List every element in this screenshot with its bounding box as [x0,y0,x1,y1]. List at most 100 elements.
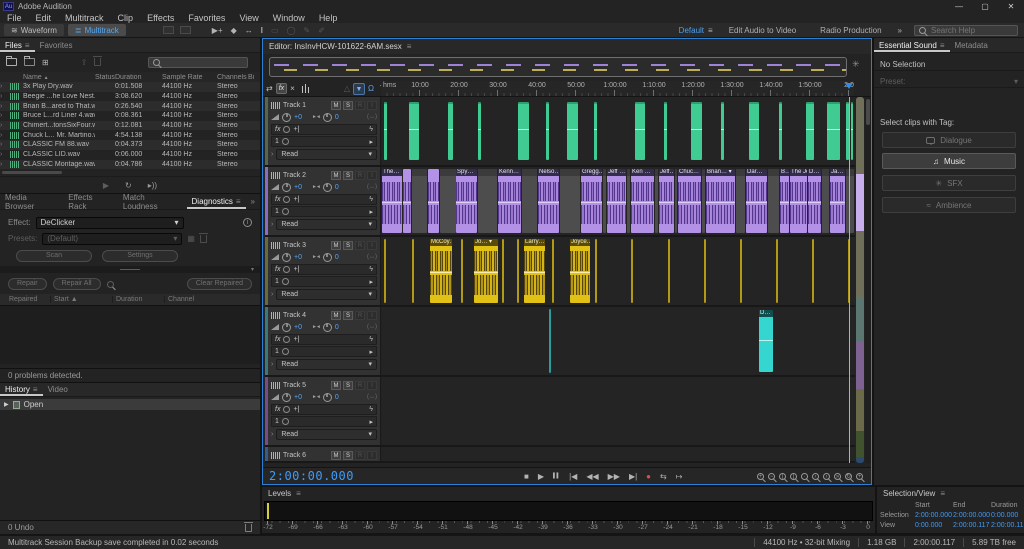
panel-menu-icon[interactable]: ≡ [407,42,412,51]
audio-clip[interactable] [412,169,427,233]
track-header[interactable]: Track 1 M S R I +0 ►◄ 0 (↔) fx [265,97,381,165]
arm-record-button[interactable]: R [355,311,365,320]
input-number[interactable]: 1 [275,278,279,285]
zoom-tool-icon[interactable]: › [823,473,830,480]
audio-clip[interactable] [461,239,463,303]
audio-clip[interactable] [691,102,702,160]
expand-chevron-icon[interactable]: › [0,141,10,148]
go-to-end-button[interactable]: ▶| [629,472,637,481]
solo-button[interactable]: S [343,171,353,180]
repair-all-button[interactable]: Repair All [53,278,101,290]
zoom-tool-icon[interactable]: + [856,473,863,480]
workspace-overflow-icon[interactable]: » [898,26,902,35]
selection-duration[interactable]: 0:00.000 [991,512,1024,519]
snapping-toggle-icon[interactable]: ▼ [353,83,365,95]
menu-item[interactable]: View [232,13,265,23]
pan-knob[interactable] [323,323,332,332]
panel-menu-icon[interactable]: ≡ [940,41,945,50]
audio-clip[interactable] [603,169,606,233]
mute-button[interactable]: M [331,171,341,180]
audio-clip[interactable] [428,169,439,233]
tag-music-button[interactable]: ♫ Music [882,153,1016,169]
audio-clip[interactable] [631,239,633,303]
input-number[interactable]: 1 [275,138,279,145]
zoom-tool-icon[interactable]: − [768,473,775,480]
track-name[interactable]: Track 6 [283,452,306,459]
dock-overflow-icon[interactable]: » [246,194,260,209]
panel-menu-icon[interactable]: ≡ [296,489,301,498]
workspace-default[interactable]: Default [679,26,704,35]
play-button[interactable]: ▶ [538,472,544,481]
audio-clip[interactable] [851,102,853,160]
menu-item[interactable]: Window [266,13,312,23]
slip-tool-icon[interactable]: ↔ [245,26,253,35]
automation-chevron-icon[interactable]: › [271,431,273,438]
audio-clip[interactable] [806,102,814,160]
zoom-tool-icon[interactable]: ↻ [845,473,852,480]
audio-clip[interactable] [668,239,670,303]
audio-clip[interactable]: Brian… ▾ [706,169,735,233]
column-duration[interactable]: Duration [115,74,162,81]
monitor-input-button[interactable]: I [367,241,377,250]
fx-icon[interactable]: fx [275,336,280,343]
tag-dialogue-button[interactable]: Dialogue [882,132,1016,148]
audio-clip[interactable] [594,102,597,160]
audio-clip[interactable]: B… [780,169,789,233]
magnet-icon[interactable]: Ω [368,84,374,93]
workspace-edit-audio-to-video[interactable]: Edit Audio to Video [729,26,796,35]
tab-favorites[interactable]: Favorites [35,38,78,52]
save-preset-icon[interactable]: ▦ [187,234,195,243]
input-power-icon[interactable] [282,418,289,425]
audio-clip[interactable] [403,169,411,233]
automation-mode-select[interactable]: Read ▾ [276,149,377,160]
tab-metadata[interactable]: Metadata [950,38,993,52]
audio-clip[interactable] [704,239,706,303]
audio-clip[interactable] [595,239,597,303]
audio-clip[interactable] [409,102,419,160]
solo-button[interactable]: S [343,451,353,460]
insert-effect-icon[interactable]: +| [293,336,299,343]
automation-chevron-icon[interactable]: › [271,221,273,228]
input-number[interactable]: 1 [275,208,279,215]
mute-button[interactable]: M [331,101,341,110]
audio-clip[interactable]: McCoy… [430,239,452,303]
stop-button[interactable]: ■ [524,472,529,481]
track-lane[interactable] [382,447,855,461]
audio-clip[interactable] [627,169,630,233]
freeze-icon[interactable]: ϟ [369,196,373,203]
expand-chevron-icon[interactable]: › [0,93,10,100]
time-selection-tool-icon[interactable]: I [261,26,263,35]
insert-effect-icon[interactable]: +| [293,406,299,413]
input-power-icon[interactable] [282,138,289,145]
audio-clip[interactable] [560,169,580,233]
audio-clip[interactable] [518,102,529,160]
tab-match-loudness[interactable]: Match Loudness [118,194,187,209]
column-name[interactable]: Name ▲ [23,74,95,81]
audio-clip[interactable]: D… [808,169,821,233]
file-row[interactable]: › 3x Play Dry.wav 0:01.508 44100 Hz Ster… [0,82,260,92]
audio-clip[interactable] [846,169,854,233]
input-power-icon[interactable] [282,208,289,215]
volume-value[interactable]: +0 [294,394,302,401]
track-header[interactable]: Track 6 M S R I +0 ►◄ 0 (↔) fx [265,447,381,461]
audio-clip[interactable] [522,169,537,233]
track-name[interactable]: Track 4 [283,312,306,319]
insert-to-multitrack-icon[interactable]: ⇪ [81,58,88,67]
audio-clip[interactable]: Dar… [746,169,767,233]
chevron-down-icon[interactable]: ▾ [1014,77,1018,86]
zoom-tool-icon[interactable]: [ [779,473,786,480]
mute-button[interactable]: M [331,381,341,390]
tab-media-browser[interactable]: Media Browser [0,194,63,209]
audio-clip[interactable] [827,102,840,160]
solo-button[interactable]: S [343,101,353,110]
audio-clip[interactable] [478,169,497,233]
column-duration[interactable]: Duration [112,296,164,303]
audio-clip[interactable] [567,102,578,160]
preview-play-icon[interactable]: ▶ [103,181,109,190]
preview-autoplay-icon[interactable]: ▸)) [148,181,157,190]
razor-tool-icon[interactable]: ◆ [231,26,237,35]
track-lane[interactable] [382,377,855,445]
file-row[interactable]: › Beegie ...he Love Nest.wav 3:08.620 44… [0,92,260,102]
multitrack-view-button[interactable]: ≣ Multitrack [68,24,126,36]
search-problems-icon[interactable] [107,281,114,288]
